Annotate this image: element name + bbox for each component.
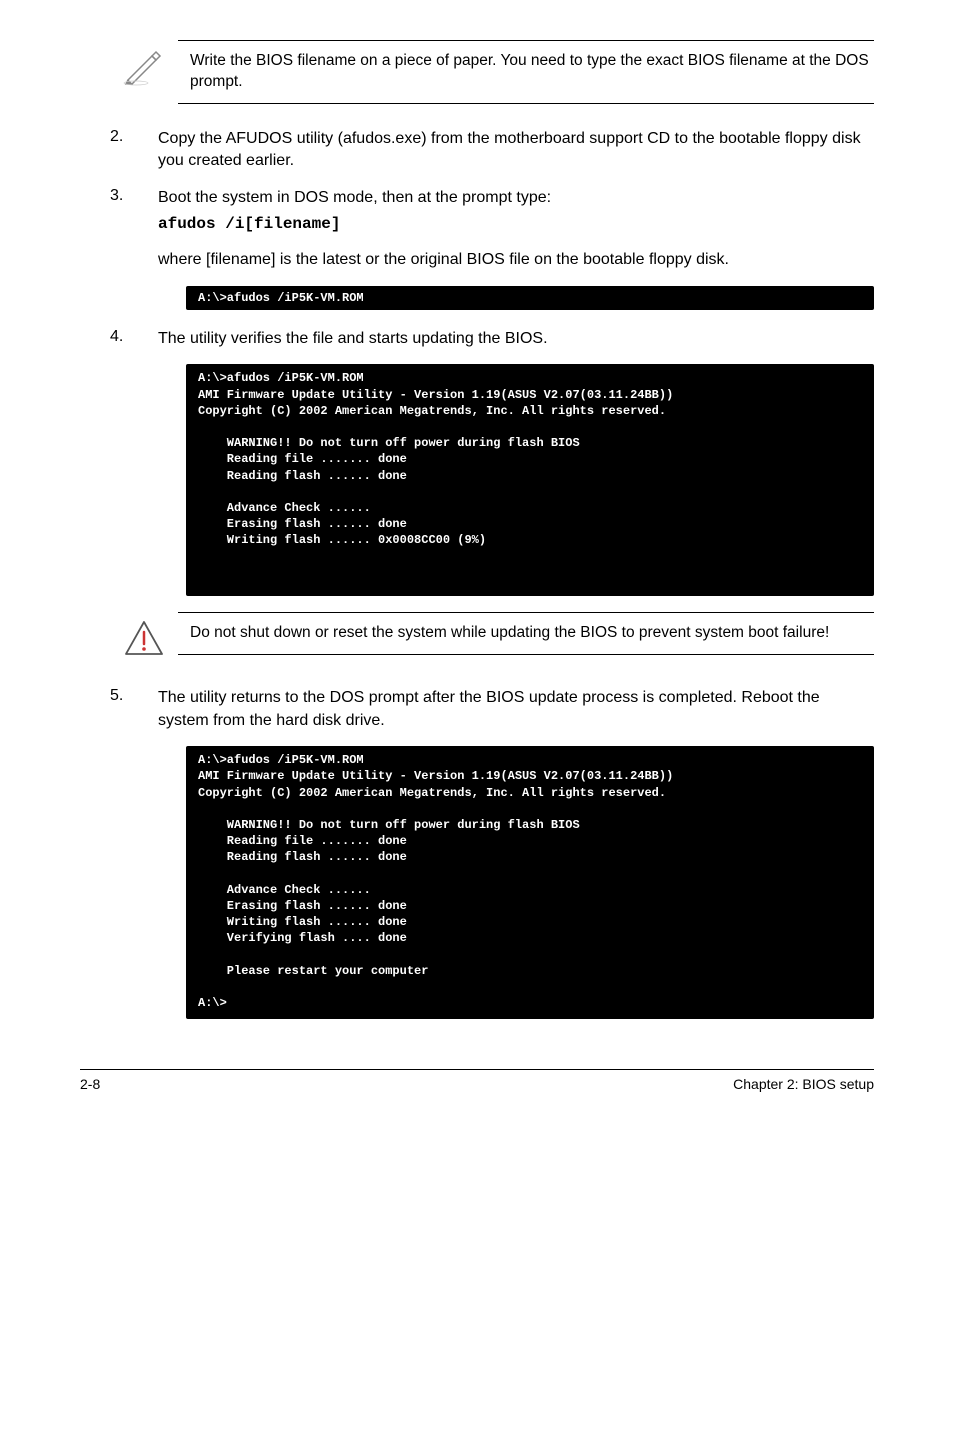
note-text: Write the BIOS filename on a piece of pa… [178, 40, 874, 104]
footer-page-number: 2-8 [80, 1076, 100, 1092]
step-list: 2. Copy the AFUDOS utility (afudos.exe) … [110, 128, 874, 272]
step-5: 5. The utility returns to the DOS prompt… [110, 687, 874, 732]
note-block-warning: Do not shut down or reset the system whi… [122, 612, 874, 663]
step-body: Boot the system in DOS mode, then at the… [158, 187, 874, 272]
warning-text: Do not shut down or reset the system whi… [178, 612, 874, 655]
pencil-icon [122, 40, 178, 91]
step-body: The utility verifies the file and starts… [158, 328, 874, 350]
step-number: 5. [110, 687, 158, 732]
warning-icon [122, 612, 178, 663]
terminal-output-3: A:\>afudos /iP5K-VM.ROM AMI Firmware Upd… [186, 746, 874, 1019]
step-4: 4. The utility verifies the file and sta… [110, 328, 874, 350]
step-text: Boot the system in DOS mode, then at the… [158, 189, 551, 206]
step-number: 2. [110, 128, 158, 173]
step-list: 4. The utility verifies the file and sta… [110, 328, 874, 350]
step-2: 2. Copy the AFUDOS utility (afudos.exe) … [110, 128, 874, 173]
note-block-pencil: Write the BIOS filename on a piece of pa… [122, 40, 874, 104]
step-number: 4. [110, 328, 158, 350]
step-number: 3. [110, 187, 158, 272]
footer-chapter: Chapter 2: BIOS setup [733, 1076, 874, 1092]
command-text: afudos /i[filename] [158, 213, 874, 235]
step-body: The utility returns to the DOS prompt af… [158, 687, 874, 732]
page-footer: 2-8 Chapter 2: BIOS setup [80, 1069, 874, 1092]
step-subtext: where [filename] is the latest or the or… [158, 249, 874, 271]
step-body: Copy the AFUDOS utility (afudos.exe) fro… [158, 128, 874, 173]
page-content: Write the BIOS filename on a piece of pa… [0, 0, 954, 1112]
step-3: 3. Boot the system in DOS mode, then at … [110, 187, 874, 272]
terminal-output-1: A:\>afudos /iP5K-VM.ROM [186, 286, 874, 310]
terminal-output-2: A:\>afudos /iP5K-VM.ROM AMI Firmware Upd… [186, 364, 874, 596]
step-list: 5. The utility returns to the DOS prompt… [110, 687, 874, 732]
